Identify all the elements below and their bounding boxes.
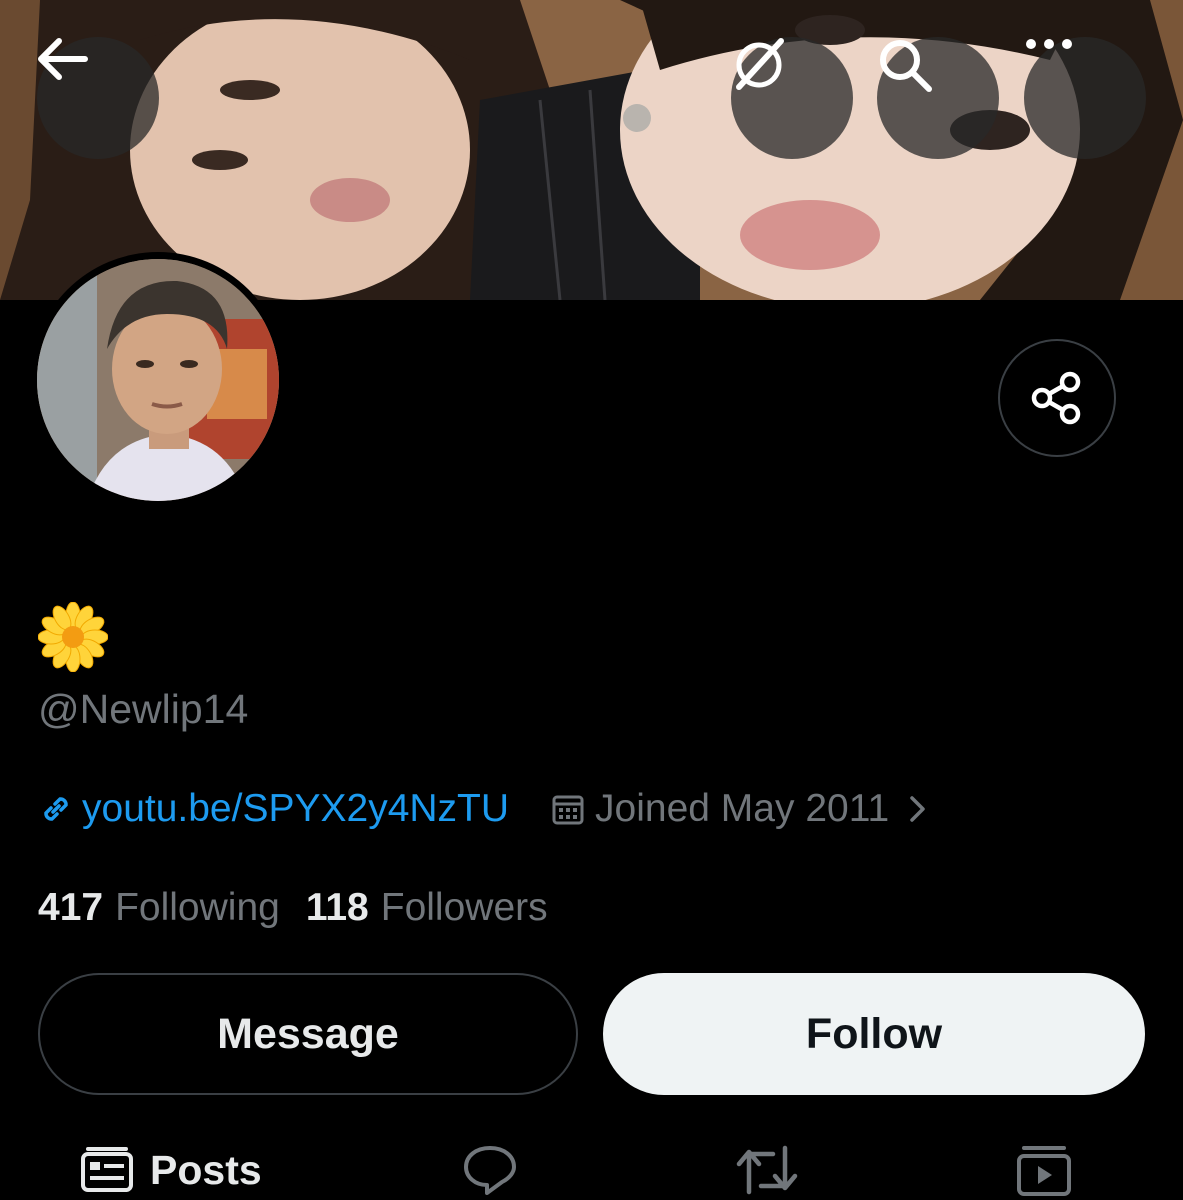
avatar[interactable] xyxy=(37,259,279,501)
chevron-right-icon xyxy=(910,796,925,822)
tab-posts-label: Posts xyxy=(150,1146,262,1193)
following-count: 417 xyxy=(38,886,104,929)
joined-date[interactable]: Joined May 2011 xyxy=(551,787,929,831)
share-button[interactable] xyxy=(998,339,1116,457)
tab-media[interactable] xyxy=(1016,1140,1072,1200)
media-icon xyxy=(1017,1146,1071,1196)
tab-posts[interactable]: Posts xyxy=(80,1140,262,1200)
followers-stat[interactable]: 118 Followers xyxy=(306,886,548,930)
joined-date-text: Joined May 2011 xyxy=(595,787,890,830)
posts-icon xyxy=(81,1147,133,1192)
message-button[interactable]: Message xyxy=(38,973,578,1095)
website-link[interactable]: youtu.be/SPYX2y4NzTU xyxy=(38,787,509,831)
grok-icon xyxy=(736,38,784,90)
followers-count: 118 xyxy=(305,886,369,929)
share-icon xyxy=(1031,371,1081,425)
website-link-text[interactable]: youtu.be/SPYX2y4NzTU xyxy=(82,787,509,831)
profile-meta-row: youtu.be/SPYX2y4NzTU Joined May 2011 xyxy=(38,784,929,834)
followers-label: Followers xyxy=(380,886,548,929)
follow-button[interactable]: Follow xyxy=(603,973,1145,1095)
back-button[interactable] xyxy=(37,37,159,159)
sunflower-icon xyxy=(38,602,108,672)
tab-replies[interactable] xyxy=(462,1140,518,1200)
grok-button[interactable] xyxy=(731,37,853,159)
following-label: Following xyxy=(115,886,280,929)
avatar-photo xyxy=(37,259,279,501)
reposts-icon xyxy=(736,1145,798,1195)
arrow-left-icon xyxy=(38,38,88,80)
link-icon xyxy=(44,797,68,821)
tab-reposts[interactable] xyxy=(735,1140,799,1200)
follow-stats: 417 Following 118 Followers xyxy=(38,886,548,930)
following-stat[interactable]: 417 Following xyxy=(38,886,280,930)
more-button[interactable] xyxy=(1024,37,1146,159)
replies-icon xyxy=(464,1146,516,1195)
more-icon xyxy=(1026,39,1072,49)
search-icon xyxy=(880,40,932,92)
calendar-icon xyxy=(552,795,584,825)
search-button[interactable] xyxy=(877,37,999,159)
profile-handle: @Newlip14 xyxy=(38,686,249,732)
